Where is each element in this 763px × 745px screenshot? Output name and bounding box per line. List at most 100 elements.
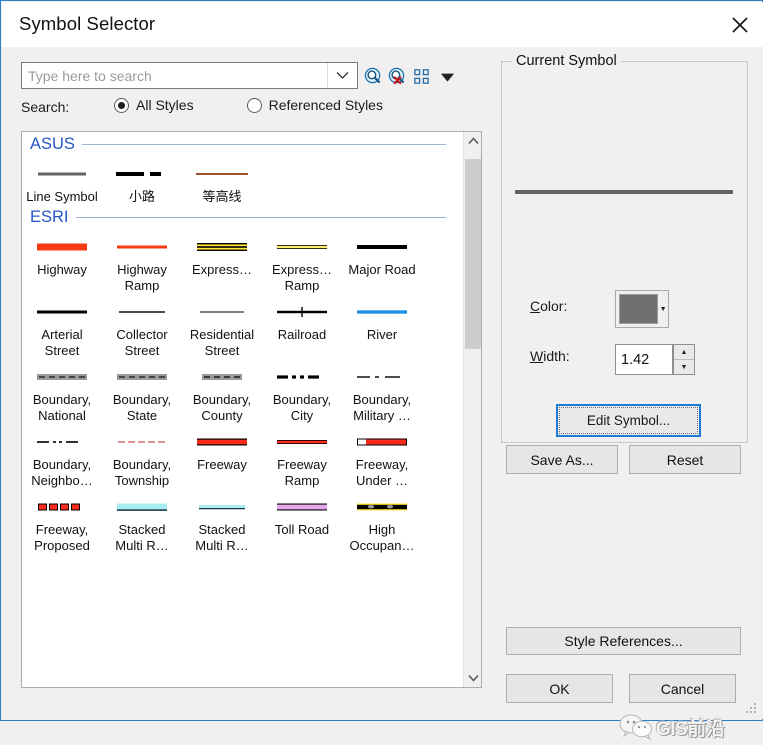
symbol-swatch [114,499,170,515]
symbol-item[interactable]: Line Symbol [22,156,102,205]
symbol-label: Boundary, Township [112,457,172,488]
symbol-item[interactable]: Freeway Ramp [262,424,342,489]
wechat-icon [619,714,652,740]
symbol-item[interactable]: Freeway [182,424,262,489]
symbol-label: Boundary, National [32,392,92,423]
symbol-list-scrollbar[interactable] [463,132,481,687]
symbol-selector-dialog: Symbol Selector Type here to search Sear… [0,0,763,740]
resize-grip[interactable] [746,703,758,715]
symbol-list[interactable]: ASUS Line Symbol 小路 等高线 ESRI Highway Highway R… [21,131,482,688]
symbol-label: 等高线 [202,189,242,204]
scroll-down-button[interactable] [464,669,481,687]
symbol-swatch [34,434,90,450]
radio-all-styles-indicator [114,97,129,113]
symbol-swatch [34,304,90,320]
cancel-label: Cancel [660,680,705,697]
symbol-item[interactable]: Highway Ramp [102,229,182,294]
chevron-down-icon [336,72,349,79]
symbol-row: Line Symbol 小路 等高线 [22,156,456,205]
symbol-item[interactable]: Railroad [262,294,342,359]
symbol-label: Arterial Street [41,327,83,358]
symbol-label: Railroad [277,327,327,342]
symbol-label: Line Symbol [26,189,98,204]
width-stepper-down[interactable]: ▼ [674,360,694,374]
dialog-body: Search: All Styles Referenced Styles ASU… [2,47,763,740]
edit-symbol-button[interactable]: Edit Symbol... [556,404,701,437]
color-swatch [619,294,659,324]
close-icon [732,16,748,33]
color-picker-button[interactable]: ▼ [615,290,669,328]
symbol-label: Highway Ramp [117,262,167,293]
symbol-swatch [34,499,90,515]
search-icon[interactable] [364,67,383,86]
symbol-swatch [34,369,90,385]
symbol-label: Freeway Ramp [277,457,327,488]
triangle-down-icon[interactable]: ▼ [658,306,668,313]
view-mode-dropdown-icon[interactable] [438,67,457,86]
symbol-label: High Occupan… [349,522,415,553]
symbol-item[interactable]: Boundary, County [182,359,262,424]
symbol-item[interactable]: Stacked Multi R… [102,489,182,554]
width-stepper[interactable]: ▲ ▼ [673,344,695,375]
symbol-item[interactable]: 等高线 [182,156,262,205]
scroll-up-button[interactable] [464,132,481,150]
symbol-item[interactable]: Express… [182,229,262,294]
close-button[interactable] [717,2,763,47]
symbol-item[interactable]: Boundary, Township [102,424,182,489]
symbol-item[interactable]: Residential Street [182,294,262,359]
search-dropdown-button[interactable] [327,63,357,88]
symbol-item[interactable]: Boundary, National [22,359,102,424]
chevron-up-icon [467,137,479,145]
radio-referenced-styles-label: Referenced Styles [268,97,383,113]
symbol-item[interactable]: Boundary, Military … [342,359,422,424]
symbol-item[interactable]: Boundary, City [262,359,342,424]
symbol-item[interactable]: Toll Road [262,489,342,554]
symbol-label: Express… [192,262,252,277]
symbol-swatch [194,166,250,182]
scrollbar-thumb[interactable] [465,159,481,349]
search-combobox[interactable] [21,62,358,89]
symbol-item[interactable]: River [342,294,422,359]
symbol-swatch [194,499,250,515]
symbol-item[interactable]: Major Road [342,229,422,294]
symbol-item[interactable]: Arterial Street [22,294,102,359]
ok-button[interactable]: OK [506,674,613,703]
symbol-swatch [34,239,90,255]
symbol-label: Boundary, State [112,392,172,423]
symbol-item[interactable]: Boundary, Neighbo… [22,424,102,489]
view-mode-icon[interactable] [412,67,431,86]
symbol-label: Express… Ramp [272,262,332,293]
symbol-item[interactable]: Freeway, Proposed [22,489,102,554]
symbol-item[interactable]: Stacked Multi R… [182,489,262,554]
current-symbol-title: Current Symbol [512,53,621,69]
radio-referenced-styles[interactable]: Referenced Styles [246,97,383,113]
symbol-item[interactable]: Boundary, State [102,359,182,424]
save-as-button[interactable]: Save As... [506,445,618,474]
save-as-label: Save As... [530,451,594,468]
reset-button[interactable]: Reset [629,445,741,474]
search-input[interactable] [22,63,327,88]
symbol-item[interactable]: Highway [22,229,102,294]
style-references-button[interactable]: Style References... [506,627,741,655]
width-input-wrapper[interactable] [615,344,673,375]
symbol-item[interactable]: Collector Street [102,294,182,359]
width-input[interactable] [616,345,672,374]
symbol-group-rule [75,216,446,218]
symbol-item[interactable]: High Occupan… [342,489,422,554]
symbol-item[interactable]: Freeway, Under … [342,424,422,489]
cancel-button[interactable]: Cancel [629,674,736,703]
symbol-item[interactable]: 小路 [102,156,182,205]
symbol-label: Boundary, County [192,392,252,423]
symbol-item[interactable]: Express… Ramp [262,229,342,294]
radio-referenced-styles-indicator [246,97,262,113]
symbol-swatch [114,239,170,255]
symbol-row: Highway Highway Ramp Express… Express… Ramp… [22,229,456,294]
symbol-swatch [274,499,330,515]
radio-all-styles-label: All Styles [136,97,194,113]
clear-search-icon[interactable] [388,67,407,86]
symbol-swatch [194,304,250,320]
radio-all-styles[interactable]: All Styles [114,97,194,113]
width-stepper-up[interactable]: ▲ [674,345,694,360]
symbol-row: Boundary, National Boundary, State Boundar… [22,359,456,424]
symbol-label: Collector Street [116,327,168,358]
